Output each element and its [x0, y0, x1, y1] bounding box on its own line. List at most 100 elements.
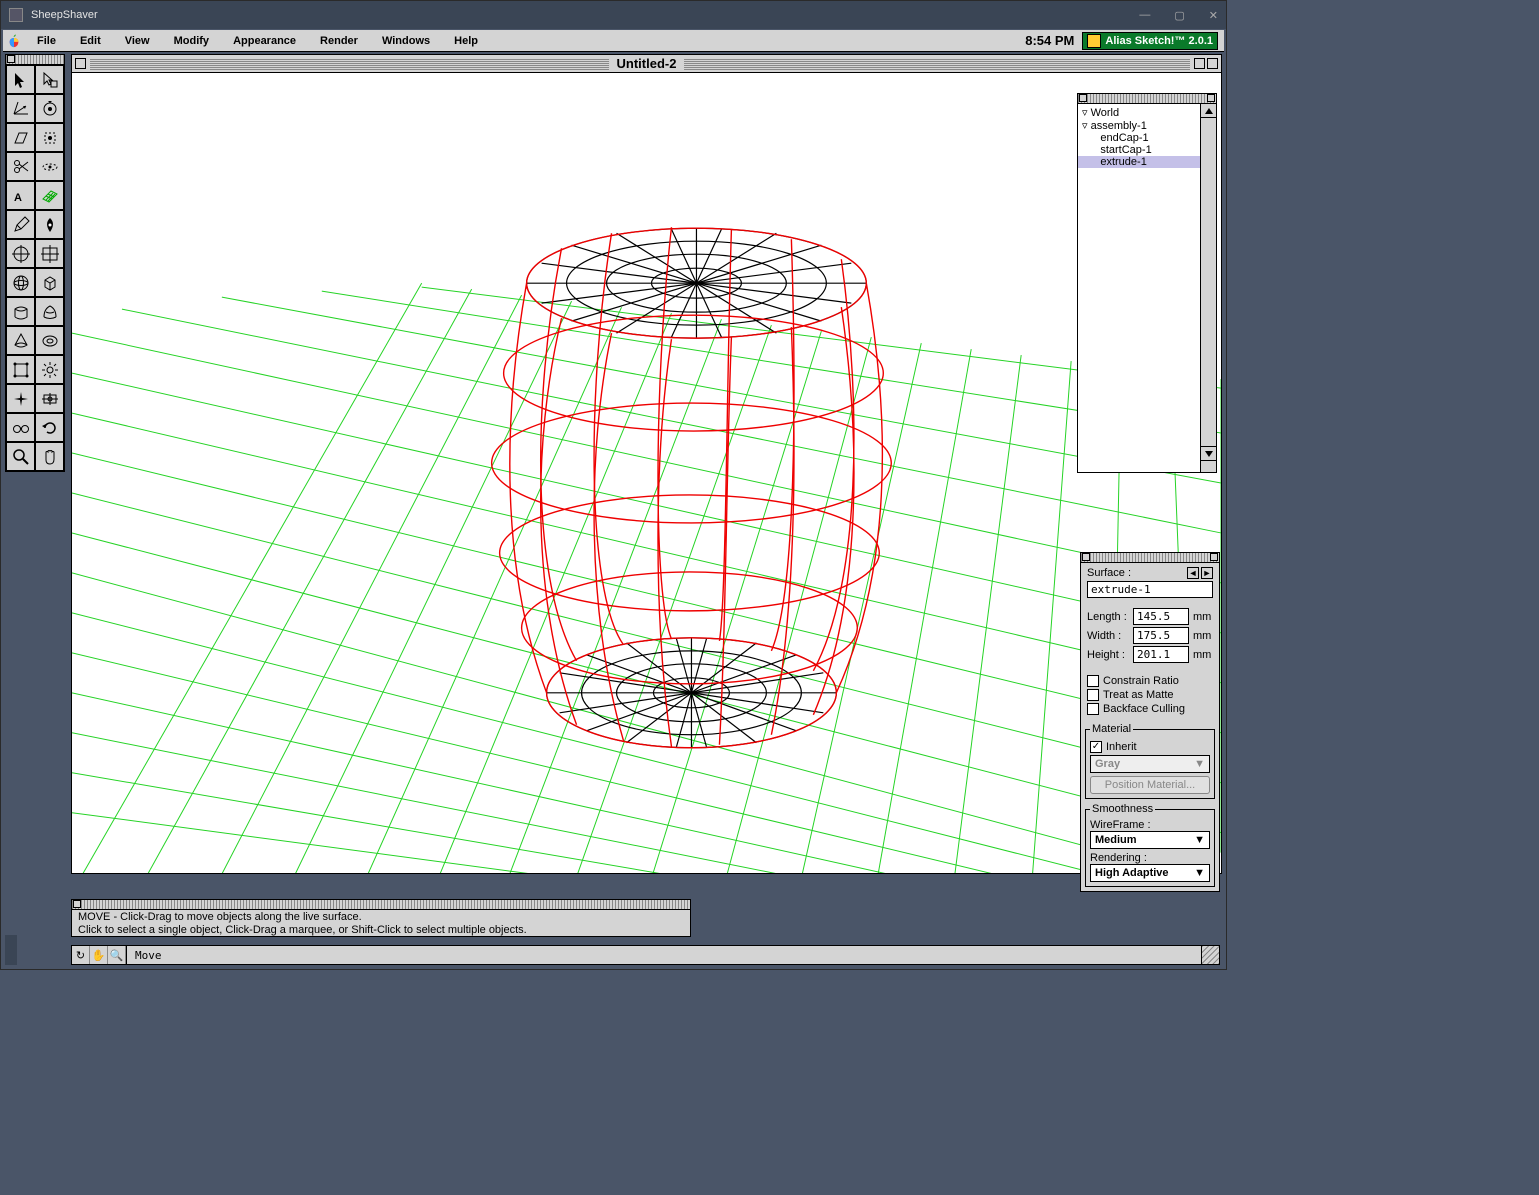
width-field[interactable] [1133, 627, 1189, 644]
app-name: Alias Sketch!™ 2.0.1 [1105, 35, 1213, 47]
menu-file[interactable]: File [25, 35, 68, 47]
os-titlebar[interactable]: SheepShaver — ▢ ✕ [1, 1, 1226, 29]
tool-target[interactable] [35, 384, 64, 413]
tool-scissors[interactable] [6, 152, 35, 181]
treat-as-matte-checkbox[interactable]: Treat as Matte [1087, 689, 1213, 701]
tool-selectlasso[interactable] [35, 123, 64, 152]
outliner-zoom-button[interactable] [1207, 94, 1215, 102]
tool-patch1[interactable] [6, 355, 35, 384]
menu-render[interactable]: Render [308, 35, 370, 47]
properties-panel[interactable]: Surface : ◄► Length : mm Width : mm Heig… [1080, 552, 1220, 892]
document-titlebar[interactable]: Untitled-2 [72, 55, 1221, 73]
menu-view[interactable]: View [113, 35, 162, 47]
tool-torus[interactable] [35, 326, 64, 355]
tool-sparkle[interactable] [6, 384, 35, 413]
next-surface-button[interactable]: ► [1201, 567, 1213, 579]
tool-cycle[interactable] [35, 413, 64, 442]
material-select[interactable]: Gray▼ [1090, 755, 1210, 773]
tool-sphere[interactable] [6, 268, 35, 297]
palette-drag-handle[interactable] [6, 55, 64, 65]
outliner-scrollbar[interactable] [1200, 104, 1216, 460]
outliner-item-assembly-1[interactable]: ▿ assembly-1 [1078, 119, 1216, 132]
status-mini-tools: ↻ ✋ 🔍 [72, 946, 127, 964]
length-label: Length : [1087, 611, 1129, 623]
tool-text[interactable]: A [6, 181, 35, 210]
tool-palette[interactable]: A [5, 54, 65, 472]
tool-rectcross[interactable] [35, 239, 64, 268]
tool-ring[interactable] [35, 152, 64, 181]
wireframe-label: WireFrame : [1090, 819, 1210, 831]
length-field[interactable] [1133, 608, 1189, 625]
hint-close-button[interactable] [73, 900, 81, 908]
tool-zoom[interactable] [6, 442, 35, 471]
scroll-down-icon[interactable] [1201, 446, 1216, 460]
doc-close-button[interactable] [75, 58, 86, 69]
properties-close-button[interactable] [1082, 553, 1090, 561]
tool-pen[interactable] [35, 210, 64, 239]
outliner-item-world[interactable]: ▿ World [1078, 106, 1216, 119]
dock-tab[interactable] [5, 935, 17, 965]
pencil-icon [12, 216, 30, 234]
outliner-drag-handle[interactable] [1078, 94, 1216, 104]
backface-culling-checkbox[interactable]: Backface Culling [1087, 703, 1213, 715]
tool-skew[interactable] [6, 123, 35, 152]
position-material-button[interactable]: Position Material... [1090, 776, 1210, 794]
tool-circlecross[interactable] [6, 239, 35, 268]
tool-arrow-box[interactable] [35, 65, 64, 94]
doc-collapse-button[interactable] [1207, 58, 1218, 69]
outliner-resize-handle[interactable] [1200, 460, 1216, 472]
close-button[interactable]: ✕ [1209, 9, 1218, 22]
tool-pencil[interactable] [6, 210, 35, 239]
surface-name-field[interactable] [1087, 581, 1213, 598]
arrow-icon [12, 71, 30, 89]
menu-edit[interactable]: Edit [68, 35, 113, 47]
menu-appearance[interactable]: Appearance [221, 35, 308, 47]
tool-cube[interactable] [35, 268, 64, 297]
rendering-select[interactable]: High Adaptive▼ [1090, 864, 1210, 882]
palette-close-button[interactable] [7, 55, 15, 63]
doc-zoom-button[interactable] [1194, 58, 1205, 69]
tool-light[interactable] [35, 355, 64, 384]
status-cycle-icon[interactable]: ↻ [72, 946, 90, 964]
tool-rotate3d[interactable] [35, 94, 64, 123]
height-field[interactable] [1133, 646, 1189, 663]
hint-drag-handle[interactable] [72, 900, 690, 910]
status-hand-icon[interactable]: ✋ [90, 946, 108, 964]
properties-zoom-button[interactable] [1210, 553, 1218, 561]
smoothness-legend: Smoothness [1090, 803, 1155, 815]
status-zoom-icon[interactable]: 🔍 [108, 946, 126, 964]
svg-text:A: A [14, 192, 22, 204]
outliner-item-extrude-1[interactable]: extrude-1 [1078, 156, 1216, 168]
prev-surface-button[interactable]: ◄ [1187, 567, 1199, 579]
apple-menu-icon[interactable] [3, 30, 25, 52]
tool-move3d[interactable] [6, 94, 35, 123]
maximize-button[interactable]: ▢ [1174, 9, 1184, 22]
inherit-checkbox[interactable]: ✓Inherit [1090, 741, 1210, 753]
tool-arrow[interactable] [6, 65, 35, 94]
tool-hand[interactable] [35, 442, 64, 471]
wireframe-select[interactable]: Medium▼ [1090, 831, 1210, 849]
outliner-item-startCap-1[interactable]: startCap-1 [1078, 144, 1216, 156]
properties-drag-handle[interactable] [1081, 553, 1219, 563]
sphere-icon [12, 274, 30, 292]
minimize-button[interactable]: — [1139, 9, 1150, 22]
tool-cone[interactable] [6, 326, 35, 355]
outliner-close-button[interactable] [1079, 94, 1087, 102]
tool-extrude2[interactable] [35, 297, 64, 326]
tool-extrude1[interactable] [6, 297, 35, 326]
constrain-ratio-checkbox[interactable]: Constrain Ratio [1087, 675, 1213, 687]
material-legend: Material [1090, 723, 1133, 735]
status-resize-handle[interactable] [1201, 946, 1219, 964]
tool-glasses[interactable] [6, 413, 35, 442]
circlecross-icon [12, 245, 30, 263]
viewport-canvas[interactable]: ▿ World▿ assembly-1 endCap-1 startCap-1 … [72, 73, 1221, 873]
outliner-item-endCap-1[interactable]: endCap-1 [1078, 132, 1216, 144]
menu-help[interactable]: Help [442, 35, 490, 47]
tool-gridplane[interactable] [35, 181, 64, 210]
menu-windows[interactable]: Windows [370, 35, 442, 47]
clock[interactable]: 8:54 PM [1025, 33, 1074, 48]
app-menu[interactable]: Alias Sketch!™ 2.0.1 [1082, 32, 1218, 50]
menu-modify[interactable]: Modify [162, 35, 221, 47]
scroll-up-icon[interactable] [1201, 104, 1216, 118]
outliner-panel[interactable]: ▿ World▿ assembly-1 endCap-1 startCap-1 … [1077, 93, 1217, 473]
